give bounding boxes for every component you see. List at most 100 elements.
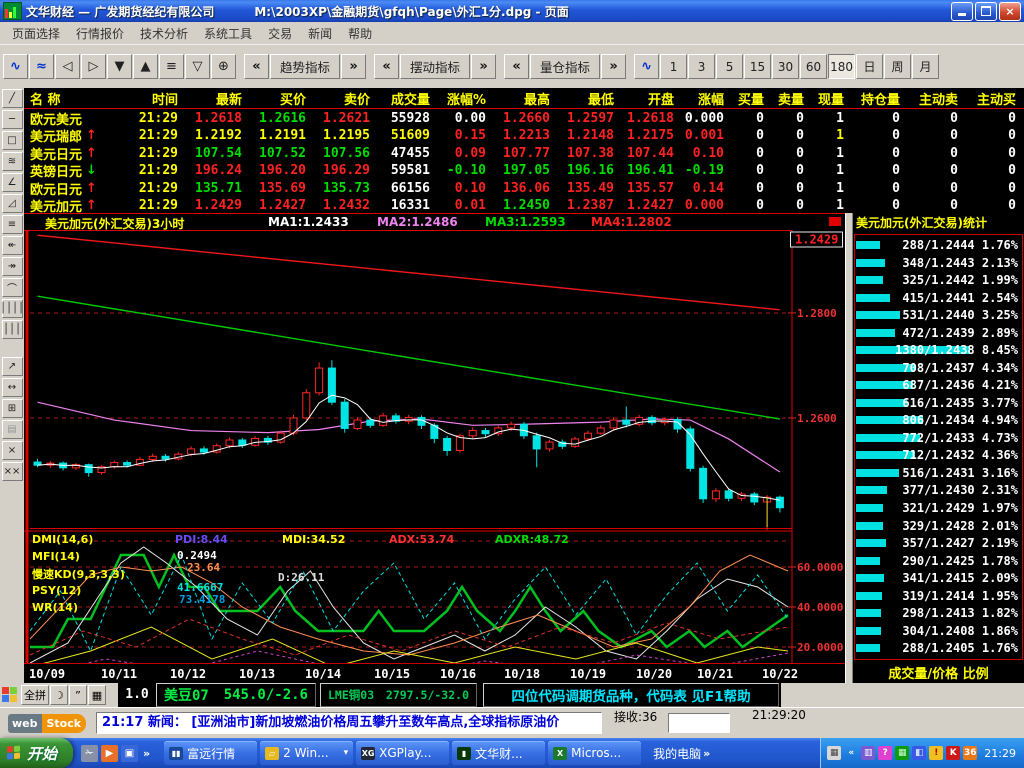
draw-tool-9[interactable]: ⌒ — [1, 278, 23, 297]
draw-tool-10[interactable]: ││││ — [0, 299, 24, 318]
quote-row-欧元日元[interactable]: 欧元日元 ↑ 21:29 135.71 135.69 135.73 66156 0.10 136… — [24, 179, 1024, 198]
volume-row[interactable]: 712/1.2432 4.36% — [855, 447, 1022, 464]
news-ticker[interactable]: 21:17 新闻： [亚洲油市]新加坡燃油价格周五攀升至数年高点,全球指标原油价 — [96, 712, 602, 734]
volume-row[interactable]: 687/1.2436 4.21% — [855, 377, 1022, 394]
indicator-group-2[interactable]: 量仓指标 — [530, 54, 601, 79]
toolbar-zigzag-line-1-icon[interactable]: ∿ — [3, 54, 28, 79]
quicklaunch-cut-tool-icon[interactable]: ✁ — [81, 744, 99, 762]
edit-tool-2[interactable]: ⊞ — [1, 399, 23, 418]
period-3[interactable]: 3 — [688, 54, 716, 79]
task-button-excel[interactable]: X Micros... — [548, 741, 642, 765]
volume-row[interactable]: 325/1.2442 1.99% — [855, 272, 1022, 289]
volume-row[interactable]: 1380/1.2438 8.45% — [855, 342, 1022, 359]
main-chart[interactable]: 1.2800 1.2600 1.2429 — [24, 230, 845, 530]
draw-tool-0[interactable]: ╱ — [1, 89, 23, 108]
menu-行情报价[interactable]: 行情报价 — [68, 23, 132, 44]
tray-antivirus-icon[interactable]: K — [946, 746, 961, 760]
tray-question-icon[interactable]: ? — [878, 746, 893, 760]
menu-页面选择[interactable]: 页面选择 — [4, 23, 68, 44]
group-next-2[interactable]: » — [601, 54, 627, 79]
period-月[interactable]: 月 — [912, 54, 940, 79]
indicator-group-1[interactable]: 摆动指标 — [400, 54, 471, 79]
menu-技术分析[interactable]: 技术分析 — [132, 23, 196, 44]
ime-punctuation-icon[interactable]: ” — [69, 685, 87, 705]
menu-帮助[interactable]: 帮助 — [340, 23, 380, 44]
indicator-panel[interactable]: 60.0000 40.0000 20.0000 — [24, 530, 845, 676]
volume-row[interactable]: 290/1.2425 1.78% — [855, 553, 1022, 570]
indicator-group-0[interactable]: 趋势指标 — [270, 54, 341, 79]
quicklaunch-media-player-icon[interactable]: ▶ — [101, 744, 119, 762]
start-button[interactable]: 开始 — [0, 738, 74, 768]
volume-row[interactable]: 304/1.2408 1.86% — [855, 623, 1022, 640]
taskbar-more-chevron[interactable]: » — [701, 747, 712, 760]
draw-tool-8[interactable]: ↠ — [1, 257, 23, 276]
tray-keyboard-tray-icon[interactable]: ▦ — [827, 746, 842, 760]
draw-tool-11[interactable]: │││ — [1, 320, 23, 339]
close-button[interactable]: × — [999, 1, 1021, 21]
group-prev-0[interactable]: « — [244, 54, 269, 79]
quicklaunch-show-desktop-icon[interactable]: ▣ — [121, 744, 139, 762]
toolbar-compress-down-icon[interactable]: ▼ — [107, 54, 132, 79]
toolbar-zigzag-line-2-icon[interactable]: ≈ — [29, 54, 54, 79]
draw-tool-1[interactable]: ─ — [1, 110, 23, 129]
quote-row-美元加元[interactable]: 美元加元 ↑ 21:29 1.2429 1.2427 1.2432 16331 0.01 1.2… — [24, 196, 1024, 215]
volume-row[interactable]: 806/1.2434 4.94% — [855, 412, 1022, 429]
ime-mode-button[interactable]: 全拼 — [21, 685, 49, 705]
quote-row-美元日元[interactable]: 美元日元 ↑ 21:29 107.54 107.52 107.56 47455 0.09 107… — [24, 144, 1024, 163]
toolbar-line-chart-icon[interactable]: ∿ — [634, 54, 660, 79]
restore-button[interactable] — [975, 1, 997, 21]
tray-collapse-chevron-icon[interactable]: « — [844, 746, 858, 760]
volume-row[interactable]: 348/1.2443 2.13% — [855, 255, 1022, 272]
toolbar-restore-scale-icon[interactable]: ▽ — [185, 54, 210, 79]
period-日[interactable]: 日 — [856, 54, 884, 79]
ticker-soybean-quote[interactable]: 美豆07 545.0/-2.6 — [156, 683, 316, 707]
group-prev-1[interactable]: « — [374, 54, 400, 79]
volume-row[interactable]: 516/1.2431 3.16% — [855, 465, 1022, 482]
dropdown-caret-icon[interactable]: ▾ — [344, 748, 349, 758]
ime-windows-icon[interactable] — [2, 687, 18, 703]
toolbar-equal-scale-icon[interactable]: ≡ — [159, 54, 184, 79]
volume-row[interactable]: 472/1.2439 2.89% — [855, 325, 1022, 342]
volume-row[interactable]: 772/1.2433 4.73% — [855, 430, 1022, 447]
period-180[interactable]: 180 — [828, 54, 856, 79]
volume-row[interactable]: 298/1.2413 1.82% — [855, 605, 1022, 622]
volume-row[interactable]: 329/1.2428 2.01% — [855, 518, 1022, 535]
period-1[interactable]: 1 — [660, 54, 688, 79]
ime-moon-icon[interactable]: ☽ — [50, 685, 68, 705]
period-15[interactable]: 15 — [744, 54, 772, 79]
tray-warning-icon[interactable]: ! — [929, 746, 944, 760]
group-next-1[interactable]: » — [471, 54, 497, 79]
panel-splitter[interactable] — [845, 213, 853, 683]
edit-tool-3[interactable]: ▤ — [1, 420, 23, 439]
volume-row[interactable]: 531/1.2440 3.25% — [855, 307, 1022, 324]
group-prev-2[interactable]: « — [504, 54, 530, 79]
edit-tool-5[interactable]: ×× — [1, 462, 23, 481]
draw-tool-2[interactable]: □ — [1, 131, 23, 150]
quicklaunch-more-chevron[interactable]: » — [141, 747, 152, 760]
volume-row[interactable]: 321/1.2429 1.97% — [855, 500, 1022, 517]
taskbar-my-computer[interactable]: 我的电脑 — [653, 745, 701, 762]
tray-blue-window-icon[interactable]: ◧ — [912, 746, 927, 760]
ime-keyboard-icon[interactable]: ▦ — [88, 685, 106, 705]
draw-tool-4[interactable]: ∠ — [1, 173, 23, 192]
chart-close-square[interactable] — [829, 217, 841, 226]
toolbar-expand-right-icon[interactable]: ▷ — [81, 54, 106, 79]
quote-row-英镑日元[interactable]: 英镑日元 ↓ 21:29 196.24 196.20 196.29 59581 -0.10 19… — [24, 161, 1024, 180]
tray-green-grid-icon[interactable]: ▦ — [895, 746, 910, 760]
tray-number-icon[interactable]: 36 — [963, 746, 978, 760]
toolbar-expand-left-icon[interactable]: ◁ — [55, 54, 80, 79]
volume-row[interactable]: 341/1.2415 2.09% — [855, 570, 1022, 587]
period-周[interactable]: 周 — [884, 54, 912, 79]
minimize-button[interactable] — [951, 1, 973, 21]
quote-row-欧元美元[interactable]: 欧元美元 21:29 1.2618 1.2616 1.2621 55928 0.00 1.26… — [24, 109, 1024, 128]
volume-row[interactable]: 357/1.2427 2.19% — [855, 535, 1022, 552]
draw-tool-3[interactable]: ≋ — [1, 152, 23, 171]
task-button-chart[interactable]: ▮▮ 富远行情 — [164, 741, 258, 765]
group-next-0[interactable]: » — [341, 54, 367, 79]
volume-row[interactable]: 288/1.2405 1.76% — [855, 640, 1022, 657]
menu-系统工具[interactable]: 系统工具 — [196, 23, 260, 44]
draw-tool-6[interactable]: ≡ — [1, 215, 23, 234]
ticker-lme-quote[interactable]: LME铜03 2797.5/-32.0 — [320, 683, 477, 707]
menu-新闻[interactable]: 新闻 — [300, 23, 340, 44]
menu-交易[interactable]: 交易 — [260, 23, 300, 44]
